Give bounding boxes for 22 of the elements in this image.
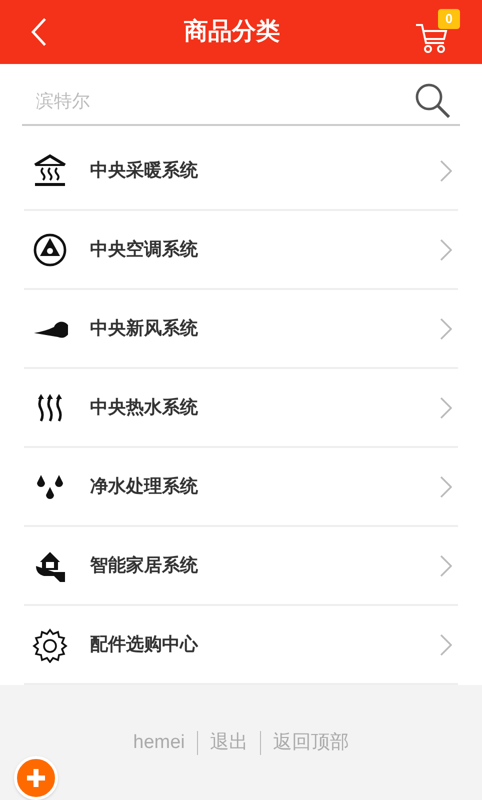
category-item[interactable]: 配件选购中心 bbox=[24, 606, 458, 685]
fan-icon bbox=[32, 232, 68, 268]
category-item[interactable]: 中央采暖系统 bbox=[24, 132, 458, 211]
page-title: 商品分类 bbox=[184, 17, 280, 47]
chevron-right-icon bbox=[440, 554, 452, 576]
category-item[interactable]: 净水处理系统 bbox=[24, 448, 458, 527]
chevron-right-icon bbox=[440, 318, 452, 340]
settings-icon bbox=[32, 626, 68, 662]
category-item[interactable]: 中央新风系统 bbox=[24, 290, 458, 369]
chevron-right-icon bbox=[440, 396, 452, 418]
category-item[interactable]: 智能家居系统 bbox=[24, 527, 458, 606]
cart-count-badge: 0 bbox=[438, 9, 460, 29]
category-item[interactable]: 中央热水系统 bbox=[24, 369, 458, 448]
category-item[interactable]: 中央空调系统 bbox=[24, 211, 458, 290]
chevron-right-icon bbox=[440, 160, 452, 182]
chevron-right-icon bbox=[440, 238, 452, 260]
chevron-right-icon bbox=[440, 476, 452, 498]
search-icon[interactable] bbox=[414, 82, 452, 120]
add-button[interactable] bbox=[14, 756, 58, 800]
plus-icon bbox=[24, 766, 48, 790]
heater-icon bbox=[32, 152, 68, 188]
chevron-right-icon bbox=[440, 634, 452, 656]
